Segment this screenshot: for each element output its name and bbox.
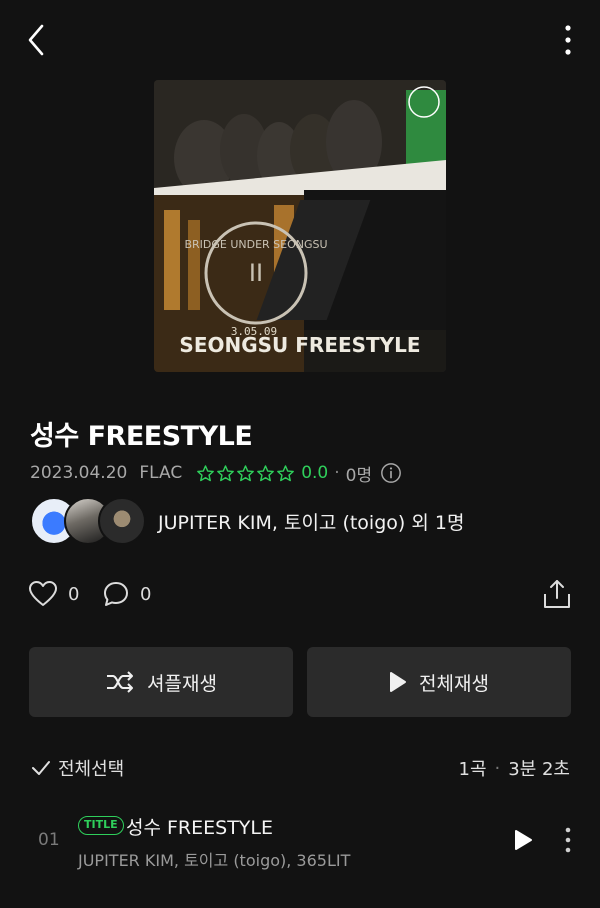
artist-avatars	[30, 497, 148, 545]
title-track-badge: TITLE	[78, 816, 124, 835]
track-number: 01	[38, 830, 60, 850]
shuffle-icon	[107, 671, 134, 693]
svg-text:BRIDGE UNDER SEONGSU: BRIDGE UNDER SEONGSU	[184, 238, 327, 251]
like-count: 0	[68, 583, 80, 605]
tracklist-header: 전체선택 1곡 · 3분 2초	[30, 752, 570, 784]
vertical-dots-icon	[565, 25, 571, 55]
comment-count: 0	[140, 583, 152, 605]
more-options-button[interactable]	[558, 22, 578, 58]
star-outline-icon	[217, 464, 235, 481]
select-all-label: 전체선택	[58, 759, 125, 780]
like-button[interactable]: 0	[28, 580, 79, 608]
rating-stars[interactable]	[196, 464, 295, 483]
play-icon	[515, 830, 532, 850]
svg-text:II: II	[249, 259, 263, 287]
back-button[interactable]	[22, 22, 54, 58]
top-bar	[0, 0, 600, 80]
star-outline-icon	[237, 464, 255, 481]
track-play-button[interactable]	[512, 828, 534, 852]
track-count: 1곡	[458, 759, 487, 780]
track-row[interactable]: 01 TITLE 성수 FREESTYLE JUPITER KIM, 토이고 (…	[0, 808, 600, 872]
rating-count: 0명	[345, 465, 373, 486]
separator-dot: ·	[334, 463, 340, 483]
shuffle-play-label: 셔플재생	[147, 672, 217, 695]
artist-row[interactable]: JUPITER KIM, 토이고 (toigo) 외 1명	[30, 497, 464, 545]
share-upload-icon	[544, 580, 570, 608]
checkmark-icon	[32, 761, 50, 775]
album-cover: II BRIDGE UNDER SEONGSU 3.05.09 SEONGSU …	[154, 80, 446, 372]
shuffle-play-button[interactable]: 셔플재생	[29, 647, 293, 717]
album-meta: 2023.04.20 FLAC 0.0 · 0명	[30, 460, 402, 486]
vertical-dots-icon	[565, 827, 571, 853]
play-icon	[390, 672, 407, 692]
star-outline-icon	[277, 464, 295, 481]
separator-dot: ·	[494, 757, 501, 779]
chevron-left-icon	[28, 24, 44, 56]
album-title: 성수 FREESTYLE	[30, 421, 253, 452]
svg-text:SEONGSU FREESTYLE: SEONGSU FREESTYLE	[179, 333, 420, 357]
speech-bubble-icon	[104, 582, 128, 606]
heart-outline-icon	[29, 581, 57, 606]
track-more-button[interactable]	[560, 826, 576, 854]
audio-format: FLAC	[139, 463, 183, 483]
tracklist-summary: 1곡 · 3분 2초	[459, 755, 571, 781]
comment-button[interactable]: 0	[102, 580, 151, 608]
avatar	[98, 497, 146, 545]
track-artists[interactable]: JUPITER KIM, 토이고 (toigo), 365LIT	[78, 847, 350, 871]
rating-score: 0.0	[301, 463, 329, 483]
track-title: 성수 FREESTYLE	[126, 817, 274, 839]
artist-names[interactable]: JUPITER KIM, 토이고 (toigo) 외 1명	[158, 508, 464, 535]
select-all-toggle[interactable]: 전체선택	[30, 755, 124, 781]
play-all-button[interactable]: 전체재생	[307, 647, 571, 717]
star-outline-icon	[197, 464, 215, 481]
info-circle-icon[interactable]	[380, 462, 402, 484]
total-duration: 3분 2초	[508, 759, 570, 780]
star-outline-icon	[257, 464, 275, 481]
action-row: 0 0	[28, 578, 572, 614]
release-date: 2023.04.20	[30, 463, 128, 483]
play-all-label: 전체재생	[419, 672, 489, 695]
share-button[interactable]	[542, 578, 572, 610]
